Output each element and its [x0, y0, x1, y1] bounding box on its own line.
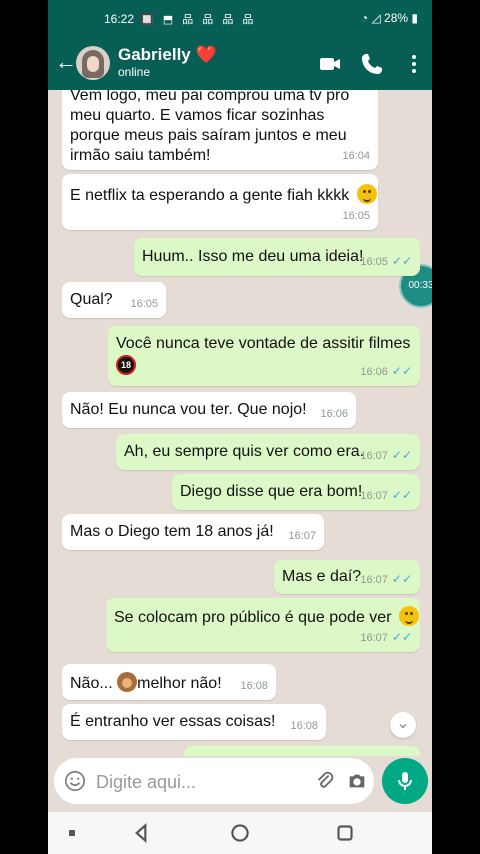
microphone-icon [398, 772, 412, 790]
scroll-down-button[interactable]: ⌄ [390, 712, 416, 738]
message-meta: 16:05 ✓✓ [360, 251, 412, 272]
nav-indicator-icon [69, 830, 75, 836]
chat-message-list[interactable]: Vem logo, meu pai comprou uma tv pro meu… [48, 90, 432, 756]
message-time: 16:07 [360, 450, 388, 462]
message-time: 16:04 [342, 150, 370, 162]
message-bubble-outgoing[interactable]: Mas e daí? 16:07 ✓✓ [274, 560, 420, 594]
read-receipt-icon: ✓✓ [391, 448, 412, 462]
message-meta: 16:07 ✓✓ [360, 445, 412, 466]
message-bubble-incoming[interactable]: Mas o Diego tem 18 anos já! 16:07 [62, 514, 324, 550]
notification-icons: 🔲 ⬒ 品 品 品 品 [140, 14, 257, 26]
message-time: 16:07 [360, 490, 388, 502]
heart-emoji: ❤️ [195, 45, 217, 64]
message-bubble-outgoing[interactable]: Se colocam pro público é que pode ver 16… [106, 598, 420, 652]
message-bubble-incoming[interactable]: E netflix ta esperando a gente fiah kkkk… [62, 174, 378, 230]
message-text: Diego disse que era bom! [180, 483, 363, 500]
message-bubble-outgoing[interactable]: Diego disse que era bom! 16:07 ✓✓ [172, 474, 420, 510]
see-no-evil-monkey-emoji [117, 672, 138, 692]
message-content: Não... melhor não! [70, 672, 222, 694]
message-content: E netflix ta esperando a gente fiah kkkk [70, 184, 377, 206]
message-bubble-outgoing[interactable]: Huum.. Isso me deu uma ideia! 16:05 ✓✓ [134, 238, 420, 276]
slight-smile-emoji [356, 184, 377, 204]
signal-icon: ◿ [371, 11, 381, 25]
wifi-icon: ◔ [360, 11, 369, 25]
message-text: Qual? [70, 291, 113, 308]
emoji-picker-icon[interactable] [64, 770, 86, 792]
message-text: E netflix ta esperando a gente fiah kkkk [70, 187, 350, 204]
message-text: Mas e daí? [282, 568, 362, 585]
message-text: Vem logo, meu pai comprou uma tv pro meu… [70, 90, 350, 164]
message-text: Huum.. Isso me deu uma ideia! [142, 248, 364, 265]
message-text: É entranho ver essas coisas! [70, 713, 276, 730]
microphone-button[interactable] [382, 758, 428, 804]
message-time: 16:08 [290, 720, 318, 732]
nav-home-icon[interactable] [227, 820, 253, 846]
message-text: Não! Eu nunca vou ter. Que nojo! [70, 401, 307, 418]
message-meta: 16:07 ✓✓ [360, 627, 412, 648]
message-input[interactable] [94, 766, 308, 798]
message-text: Você nunca teve vontade de assitir filme… [116, 335, 411, 352]
read-receipt-icon: ✓✓ [391, 572, 412, 586]
message-time: 16:08 [240, 680, 268, 692]
chat-header: ← Gabrielly ❤️ online [48, 38, 432, 90]
system-navigation-bar [48, 812, 432, 854]
read-receipt-icon: ✓✓ [391, 364, 412, 378]
message-time: 16:07 [360, 574, 388, 586]
voice-call-icon[interactable] [360, 52, 384, 76]
more-options-icon[interactable] [402, 52, 426, 76]
status-bar: 16:22 🔲 ⬒ 品 品 品 品 ◔ ◿ 28% ▮ [48, 0, 432, 38]
message-bubble-outgoing[interactable]: Ah, eu sempre quis ver como era. 16:07 ✓✓ [116, 434, 420, 470]
status-time: 16:22 [104, 12, 135, 26]
nav-recents-icon[interactable] [332, 820, 358, 846]
message-bubble-incoming[interactable]: Qual? 16:05 [62, 282, 166, 318]
read-receipt-icon: ✓✓ [391, 254, 412, 268]
contact-avatar[interactable] [76, 46, 110, 80]
contact-name-text: Gabrielly [118, 45, 191, 64]
message-text: Ah, eu sempre quis ver como era. [124, 443, 365, 460]
read-receipt-icon: ✓✓ [391, 488, 412, 502]
message-composer[interactable] [54, 758, 374, 804]
slight-smile-emoji [398, 606, 419, 626]
battery-icon: ▮ [411, 11, 418, 25]
message-time: 16:06 [320, 408, 348, 420]
battery-percentage: 28% [384, 11, 409, 25]
phone-screen: 16:22 🔲 ⬒ 品 品 品 品 ◔ ◿ 28% ▮ ← Gabrielly … [48, 0, 432, 854]
message-bubble-incoming[interactable]: Não! Eu nunca vou ter. Que nojo! 16:06 [62, 392, 356, 428]
no-under-18-emoji: 18 [116, 355, 136, 375]
contact-status: online [118, 65, 151, 79]
message-bubble-incoming[interactable]: Vem logo, meu pai comprou uma tv pro meu… [62, 90, 378, 170]
message-text: Não... [70, 675, 118, 692]
video-call-icon[interactable] [318, 52, 342, 76]
message-time: 16:06 [360, 366, 388, 378]
nav-back-icon[interactable] [128, 820, 154, 846]
message-content: Se colocam pro público é que pode ver [114, 606, 419, 628]
message-time: 16:05 [342, 210, 370, 222]
read-receipt-icon: ✓✓ [391, 630, 412, 644]
message-time: 16:07 [360, 632, 388, 644]
message-time: 16:05 [360, 256, 388, 268]
message-meta: 16:07 ✓✓ [360, 485, 412, 506]
message-bubble-incoming[interactable]: Não... melhor não! 16:08 [62, 664, 276, 700]
message-text-after: melhor não! [137, 675, 222, 692]
contact-info[interactable]: Gabrielly ❤️ online [118, 45, 217, 80]
message-bubble-partial [184, 746, 420, 756]
message-bubble-incoming[interactable]: É entranho ver essas coisas! 16:08 [62, 704, 326, 740]
message-meta: 16:07 ✓✓ [360, 569, 412, 590]
paperclip-icon[interactable] [314, 770, 336, 792]
message-time: 16:07 [288, 530, 316, 542]
message-meta: 16:06 ✓✓ [360, 361, 412, 382]
message-text: Se colocam pro público é que pode ver [114, 609, 392, 626]
camera-icon[interactable] [346, 770, 368, 792]
message-bubble-outgoing[interactable]: Você nunca teve vontade de assitir filme… [108, 326, 420, 386]
signal-battery-indicator: ◔ ◿ 28% ▮ [361, 11, 418, 25]
message-text: Mas o Diego tem 18 anos já! [70, 523, 274, 540]
message-time: 16:05 [130, 298, 158, 310]
contact-name: Gabrielly ❤️ [118, 45, 217, 65]
